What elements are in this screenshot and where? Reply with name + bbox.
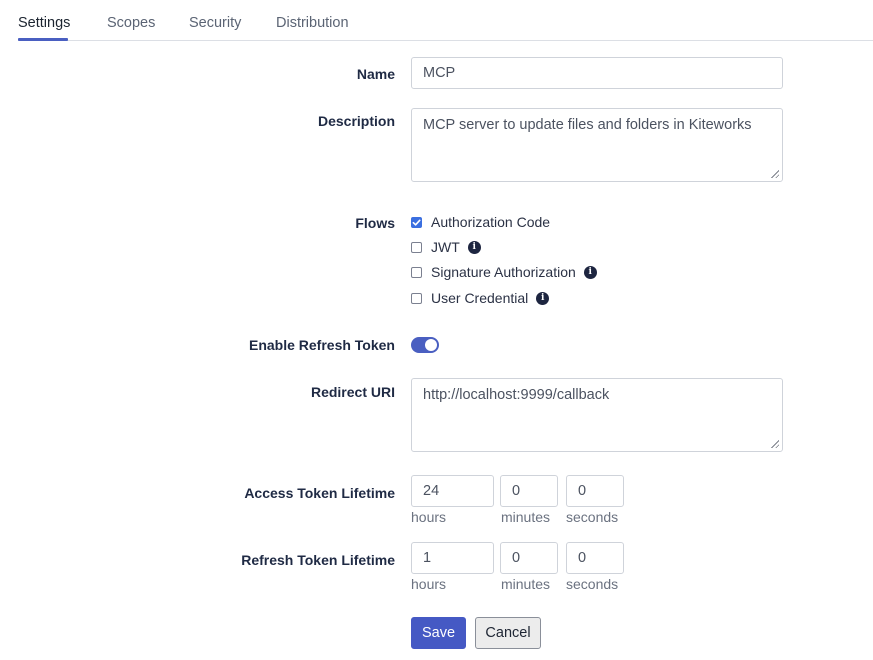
access-seconds-input[interactable]: 0 (566, 475, 624, 507)
name-input[interactable]: MCP (411, 57, 783, 89)
jwt-label: JWT (431, 239, 460, 255)
info-circle-icon[interactable]: i (583, 265, 597, 279)
seconds-unit-label: seconds (566, 576, 619, 592)
access-token-lifetime-label: Access Token Lifetime (244, 485, 395, 501)
info-circle-icon[interactable]: i (536, 291, 550, 305)
hours-unit-label: hours (411, 576, 447, 592)
checkmark-icon (412, 219, 421, 226)
tab-distribution[interactable]: Distribution (276, 15, 349, 31)
flow-user-credential: User Credential i (411, 289, 550, 307)
tab-scopes[interactable]: Scopes (107, 15, 155, 31)
flows-label: Flows (355, 215, 395, 231)
flow-jwt: JWT i (411, 238, 481, 256)
description-label: Description (317, 113, 395, 129)
refresh-token-lifetime-label: Refresh Token Lifetime (241, 552, 395, 568)
tab-settings[interactable]: Settings (18, 15, 70, 31)
active-tab-indicator (18, 38, 68, 41)
refresh-hours-input[interactable]: 1 (411, 542, 494, 574)
authorization-code-label: Authorization Code (431, 214, 551, 230)
minutes-unit-label: minutes (501, 576, 551, 592)
cancel-button[interactable]: Cancel (475, 617, 541, 649)
tab-security[interactable]: Security (189, 15, 241, 31)
refresh-seconds-input[interactable]: 0 (566, 542, 624, 574)
minutes-unit-label: minutes (501, 509, 551, 525)
seconds-unit-label: seconds (566, 509, 619, 525)
refresh-token-label: Enable Refresh Token (248, 337, 395, 353)
resize-handle-icon[interactable] (770, 169, 779, 178)
hours-unit-label: hours (411, 509, 447, 525)
save-button[interactable]: Save (411, 617, 466, 649)
refresh-minutes-input[interactable]: 0 (500, 542, 558, 574)
tab-bar: Settings Scopes Security Distribution (0, 0, 873, 42)
access-minutes-input[interactable]: 0 (500, 475, 558, 507)
signature-authorization-label: Signature Authorization (431, 264, 576, 280)
redirect-uri-textarea[interactable]: http://localhost:9999/callback (411, 378, 783, 452)
name-label: Name (356, 66, 395, 82)
toggle-knob (425, 339, 437, 351)
tab-divider (18, 40, 873, 41)
user-credential-checkbox[interactable] (411, 292, 422, 304)
description-value: MCP server to update files and folders i… (423, 117, 752, 133)
flow-signature-authorization: Signature Authorization i (411, 263, 597, 281)
jwt-checkbox[interactable] (411, 241, 422, 253)
redirect-uri-value: http://localhost:9999/callback (423, 387, 610, 403)
resize-handle-icon[interactable] (770, 439, 779, 448)
redirect-uri-label: Redirect URI (310, 384, 395, 400)
info-circle-icon[interactable]: i (467, 240, 481, 254)
flow-authorization-code: Authorization Code (411, 213, 550, 231)
refresh-token-toggle[interactable] (411, 337, 439, 353)
authorization-code-checkbox[interactable] (411, 216, 422, 228)
access-hours-input[interactable]: 24 (411, 475, 494, 507)
signature-authorization-checkbox[interactable] (411, 266, 422, 278)
user-credential-label: User Credential (431, 290, 529, 306)
description-textarea[interactable]: MCP server to update files and folders i… (411, 108, 783, 182)
